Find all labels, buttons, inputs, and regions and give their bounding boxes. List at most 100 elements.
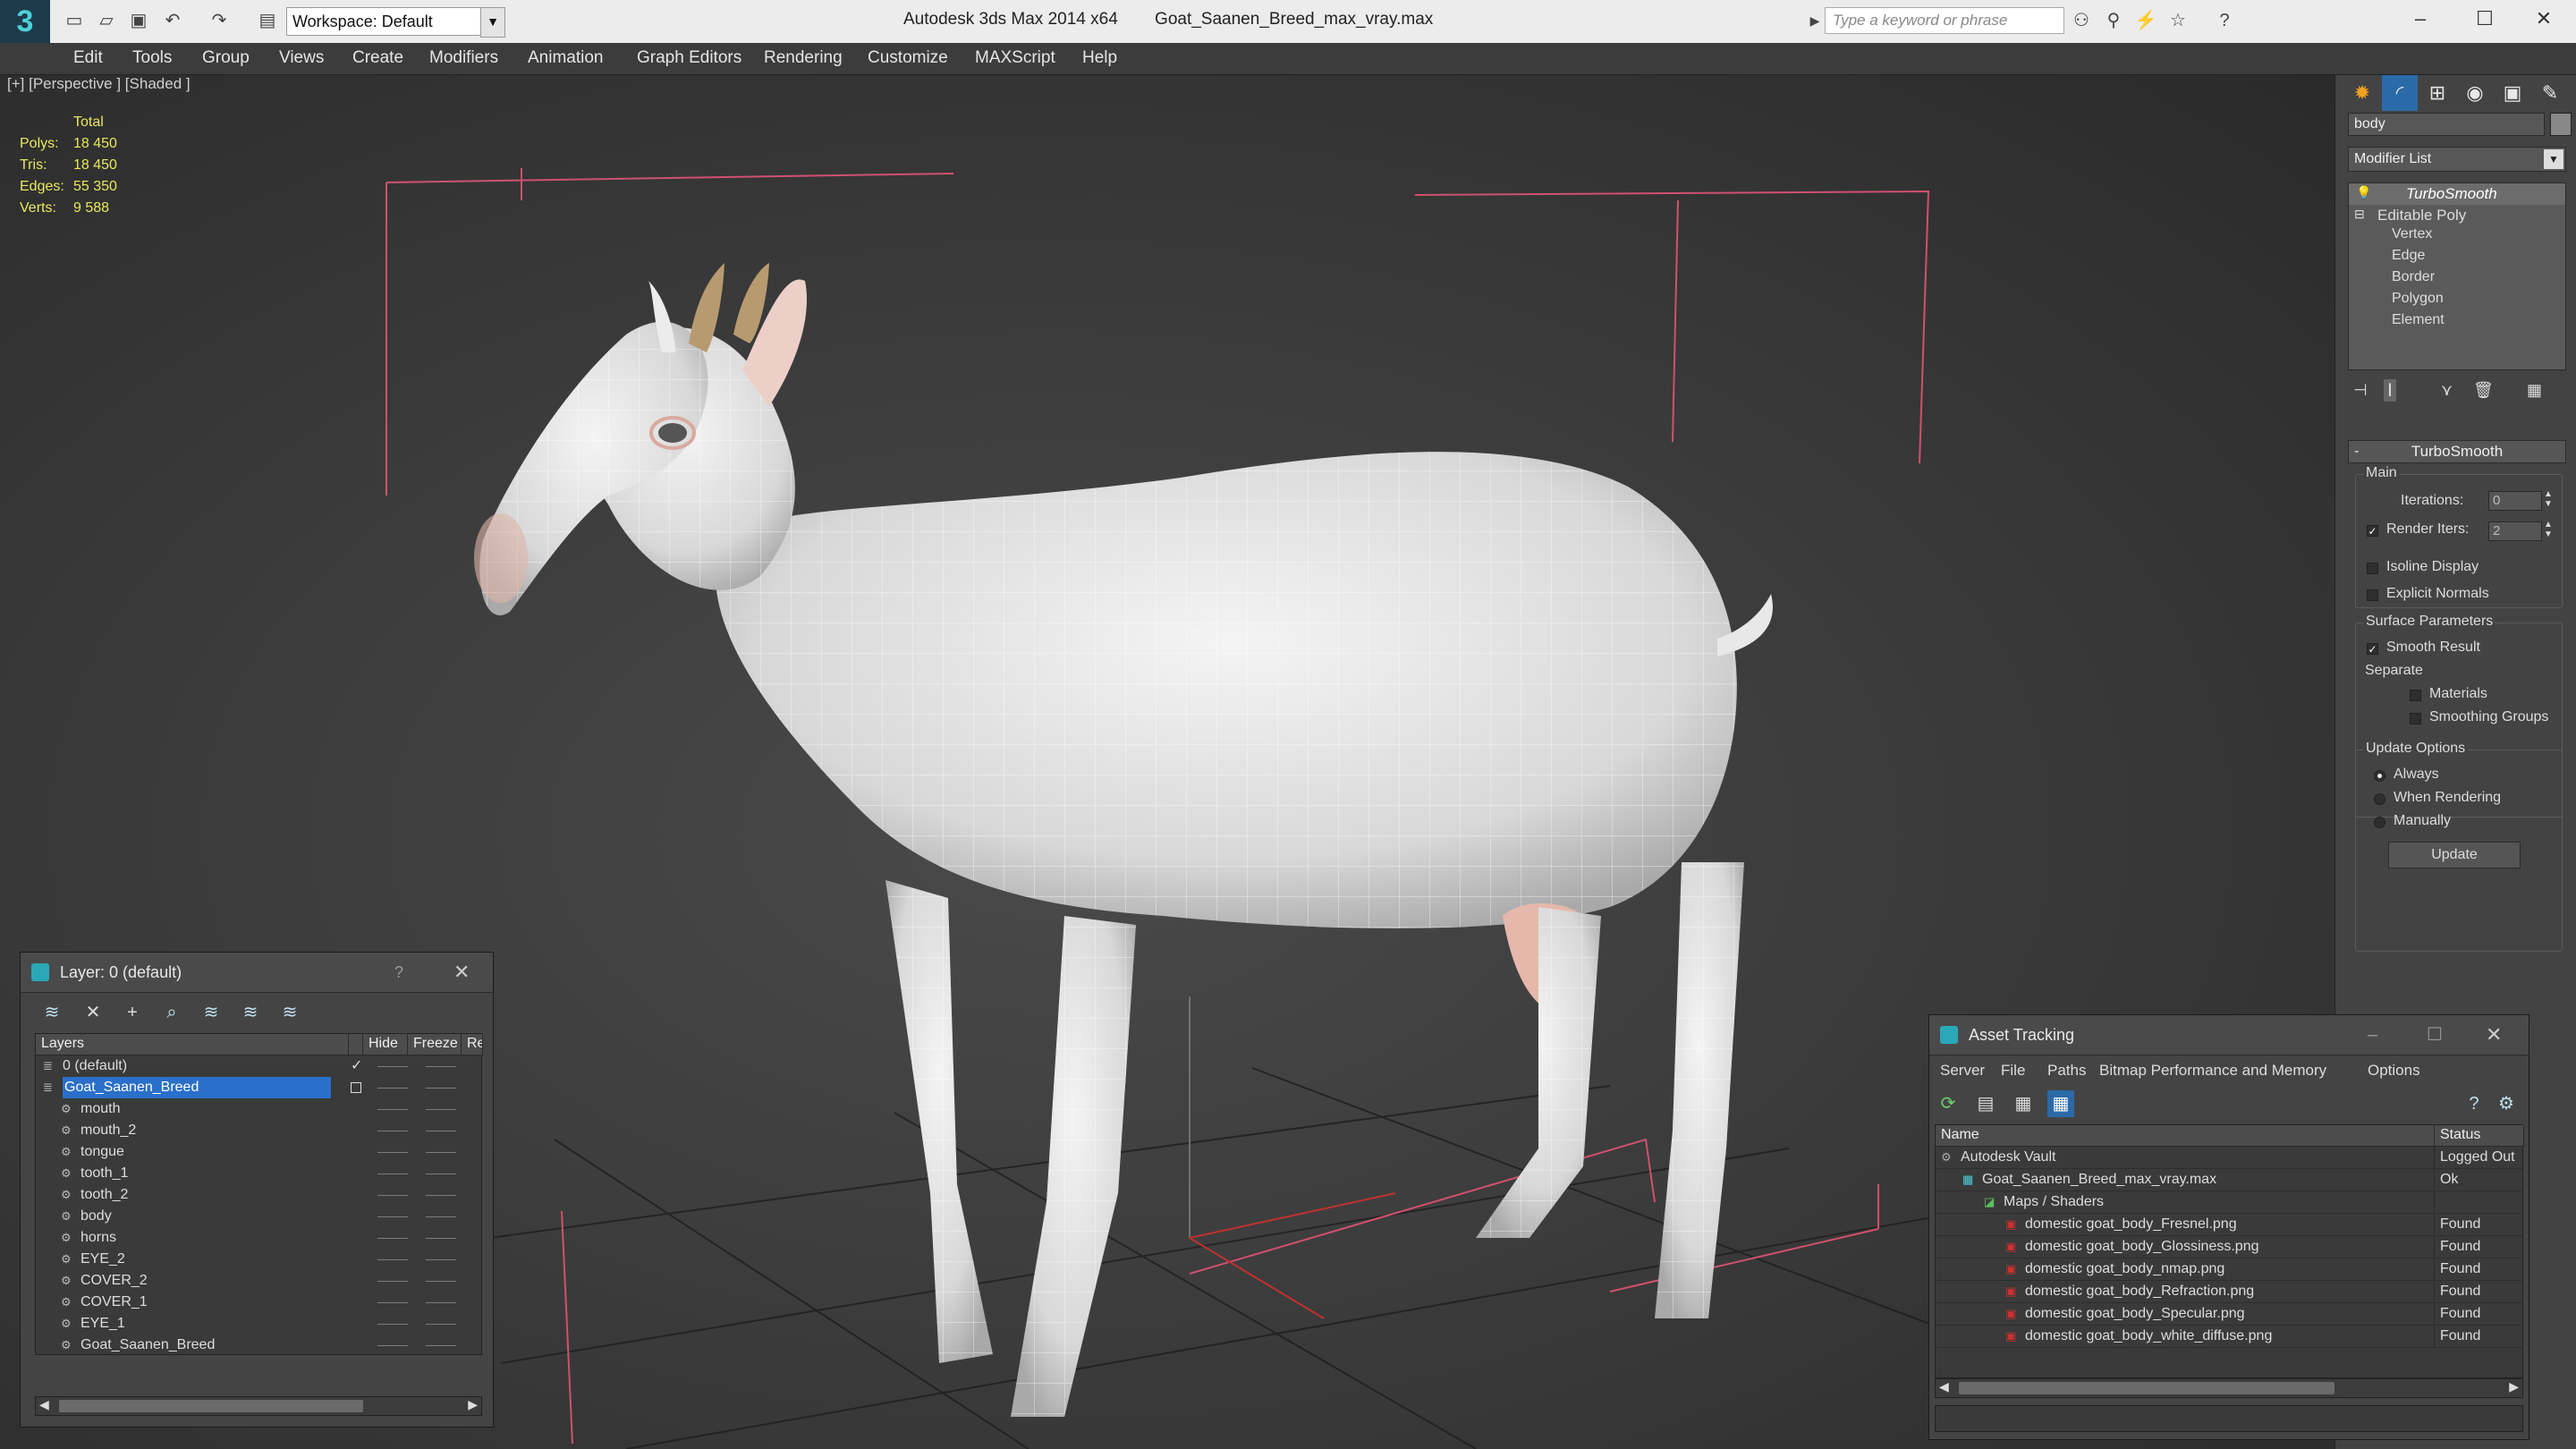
col-status[interactable]: Status — [2435, 1125, 2524, 1147]
when-rendering-radio[interactable] — [2374, 793, 2385, 805]
search-expand-icon[interactable]: ▶ — [1803, 9, 1826, 32]
chevron-down-icon[interactable]: ▼ — [480, 7, 505, 38]
open-file-icon[interactable]: ▱ — [95, 9, 118, 32]
app-logo-icon[interactable]: 3 — [0, 0, 50, 43]
hide-toggle[interactable]: ──── — [377, 1249, 408, 1270]
layer-row[interactable]: ⚙ body ──── ──── — [36, 1206, 481, 1227]
materials-checkbox[interactable] — [2410, 690, 2421, 701]
asset-row[interactable]: ▣ domestic goat_body_white_diffuse.png Fou… — [1936, 1326, 2522, 1348]
close-icon[interactable]: ✕ — [453, 953, 470, 992]
freeze-toggle[interactable]: ──── — [426, 1184, 456, 1206]
layer-row[interactable]: ⚙ EYE_2 ──── ──── — [36, 1249, 481, 1270]
help-icon[interactable]: ? — [2461, 1090, 2487, 1117]
menu-views[interactable]: Views — [279, 43, 324, 75]
stack-item-turbosmooth[interactable]: 💡 TurboSmooth — [2349, 183, 2565, 205]
isoline-display-checkbox[interactable] — [2367, 563, 2378, 574]
layer-row[interactable]: ≣ Goat_Saanen_Breed ──── ──── — [36, 1077, 481, 1098]
modifier-list-dropdown[interactable]: Modifier List ▼ — [2348, 147, 2566, 172]
asset-row[interactable]: ▣ domestic goat_body_nmap.png Found — [1936, 1258, 2522, 1281]
create-layer-icon[interactable]: ≋ — [38, 999, 65, 1026]
manually-radio[interactable] — [2374, 817, 2385, 828]
menu-create[interactable]: Create — [352, 43, 403, 75]
favorites-star-icon[interactable]: ☆ — [2166, 9, 2190, 32]
minimize-icon[interactable]: – — [2388, 0, 2453, 39]
stack-sub-border[interactable]: Border — [2392, 269, 2435, 285]
rollout-collapse-icon[interactable]: - — [2354, 441, 2359, 462]
layer-row[interactable]: ⚙ horns ──── ──── — [36, 1227, 481, 1249]
lightbulb-icon[interactable]: 💡 — [2356, 185, 2371, 200]
maximize-icon[interactable]: ☐ — [2453, 0, 2517, 39]
delete-layer-icon[interactable]: ✕ — [80, 999, 106, 1026]
layer-row[interactable]: ⚙ mouth ──── ──── — [36, 1098, 481, 1120]
layer-row[interactable]: ⚙ COVER_2 ──── ──── — [36, 1270, 481, 1292]
asset-row[interactable]: ▣ domestic goat_body_Glossiness.png Found — [1936, 1236, 2522, 1258]
hide-toggle[interactable]: ──── — [377, 1313, 408, 1335]
smooth-result-checkbox[interactable]: ✓ — [2367, 643, 2378, 655]
close-icon[interactable]: ✕ — [2512, 0, 2576, 39]
undo-icon[interactable]: ↶ — [161, 9, 184, 32]
set-current-box[interactable] — [351, 1082, 361, 1093]
minimize-icon[interactable]: – — [2368, 1015, 2377, 1055]
hide-toggle[interactable]: ──── — [377, 1270, 408, 1292]
freeze-toggle[interactable]: ──── — [426, 1292, 456, 1313]
smoothing-groups-checkbox[interactable] — [2410, 713, 2421, 724]
layer-row[interactable]: ⚙ Goat_Saanen_Breed ──── ──── — [36, 1335, 481, 1356]
stack-sub-edge[interactable]: Edge — [2392, 248, 2425, 264]
show-end-result-icon[interactable]: Ⅰ — [2384, 379, 2396, 402]
pin-stack-icon[interactable]: ⊣ — [2353, 381, 2368, 400]
asset-window-titlebar[interactable]: Asset Tracking – ☐ ✕ — [1929, 1015, 2529, 1055]
help-icon[interactable]: ? — [394, 953, 403, 992]
subscription-icon[interactable]: ⚲ — [2102, 9, 2125, 32]
close-icon[interactable]: ✕ — [2486, 1015, 2502, 1055]
freeze-toggle[interactable]: ──── — [426, 1227, 456, 1249]
hide-toggle[interactable]: ──── — [377, 1335, 408, 1356]
asset-path-field[interactable] — [1935, 1405, 2523, 1432]
new-file-icon[interactable]: ▭ — [63, 9, 86, 32]
scroll-left-icon[interactable]: ◀ — [1939, 1379, 1949, 1394]
menu-group[interactable]: Group — [202, 43, 250, 75]
freeze-toggle[interactable]: ──── — [426, 1206, 456, 1227]
freeze-toggle[interactable]: ──── — [426, 1163, 456, 1184]
motion-tab-icon[interactable]: ◉ — [2457, 75, 2493, 111]
hide-all-icon[interactable]: ≋ — [237, 999, 264, 1026]
hide-toggle[interactable]: ──── — [377, 1077, 408, 1098]
hide-toggle[interactable]: ──── — [377, 1141, 408, 1163]
communication-icon[interactable]: ⚡ — [2134, 9, 2157, 32]
stack-sub-element[interactable]: Element — [2392, 312, 2445, 328]
list-view-icon[interactable]: ▤ — [1972, 1090, 1999, 1117]
display-tab-icon[interactable]: ▣ — [2495, 75, 2530, 111]
hide-toggle[interactable]: ──── — [377, 1184, 408, 1206]
hierarchy-tab-icon[interactable]: ⊞ — [2419, 75, 2455, 111]
asset-row[interactable]: ▦ Goat_Saanen_Breed_max_vray.max Ok — [1936, 1169, 2522, 1191]
col-layers[interactable]: Layers — [36, 1034, 349, 1055]
hide-toggle[interactable]: ──── — [377, 1227, 408, 1249]
turbosmooth-rollout-header[interactable]: - TurboSmooth — [2348, 440, 2566, 463]
chevron-down-icon[interactable]: ▼ — [2544, 149, 2563, 169]
remove-modifier-icon[interactable]: 🗑 — [2473, 381, 2494, 400]
layer-row[interactable]: ⚙ COVER_1 ──── ──── — [36, 1292, 481, 1313]
hide-toggle[interactable]: ──── — [377, 1120, 408, 1141]
scroll-left-icon[interactable]: ◀ — [39, 1397, 49, 1412]
maximize-icon[interactable]: ☐ — [2427, 1015, 2443, 1055]
collapse-icon[interactable]: ⊟ — [2354, 207, 2365, 222]
stack-sub-vertex[interactable]: Vertex — [2392, 226, 2432, 242]
asset-row[interactable]: ▣ domestic goat_body_Specular.png Found — [1936, 1303, 2522, 1326]
binoculars-icon[interactable]: ⚇ — [2070, 9, 2093, 32]
menu-animation[interactable]: Animation — [528, 43, 604, 75]
stack-item-editable-poly[interactable]: ⊟ Editable Poly — [2349, 205, 2565, 226]
refresh-icon[interactable]: ⟳ — [1935, 1090, 1962, 1117]
menu-customize[interactable]: Customize — [868, 43, 948, 75]
spinner-arrows-icon[interactable]: ▲ ▼ — [2544, 489, 2553, 509]
hide-toggle[interactable]: ──── — [377, 1292, 408, 1313]
menu-edit[interactable]: Edit — [73, 43, 103, 75]
workspace-dropdown[interactable]: Workspace: Default ▼ — [286, 7, 505, 38]
layer-row[interactable]: ⚙ tooth_2 ──── ──── — [36, 1184, 481, 1206]
scroll-thumb[interactable] — [59, 1400, 363, 1412]
select-objects-icon[interactable]: ⌕ — [158, 999, 185, 1026]
layer-row[interactable]: ⚙ tooth_1 ──── ──── — [36, 1163, 481, 1184]
scroll-right-icon[interactable]: ▶ — [2509, 1379, 2519, 1394]
freeze-toggle[interactable]: ──── — [426, 1270, 456, 1292]
menu-tools[interactable]: Tools — [132, 43, 172, 75]
menu-help[interactable]: Help — [1082, 43, 1117, 75]
create-tab-icon[interactable]: ✹ — [2344, 75, 2380, 111]
